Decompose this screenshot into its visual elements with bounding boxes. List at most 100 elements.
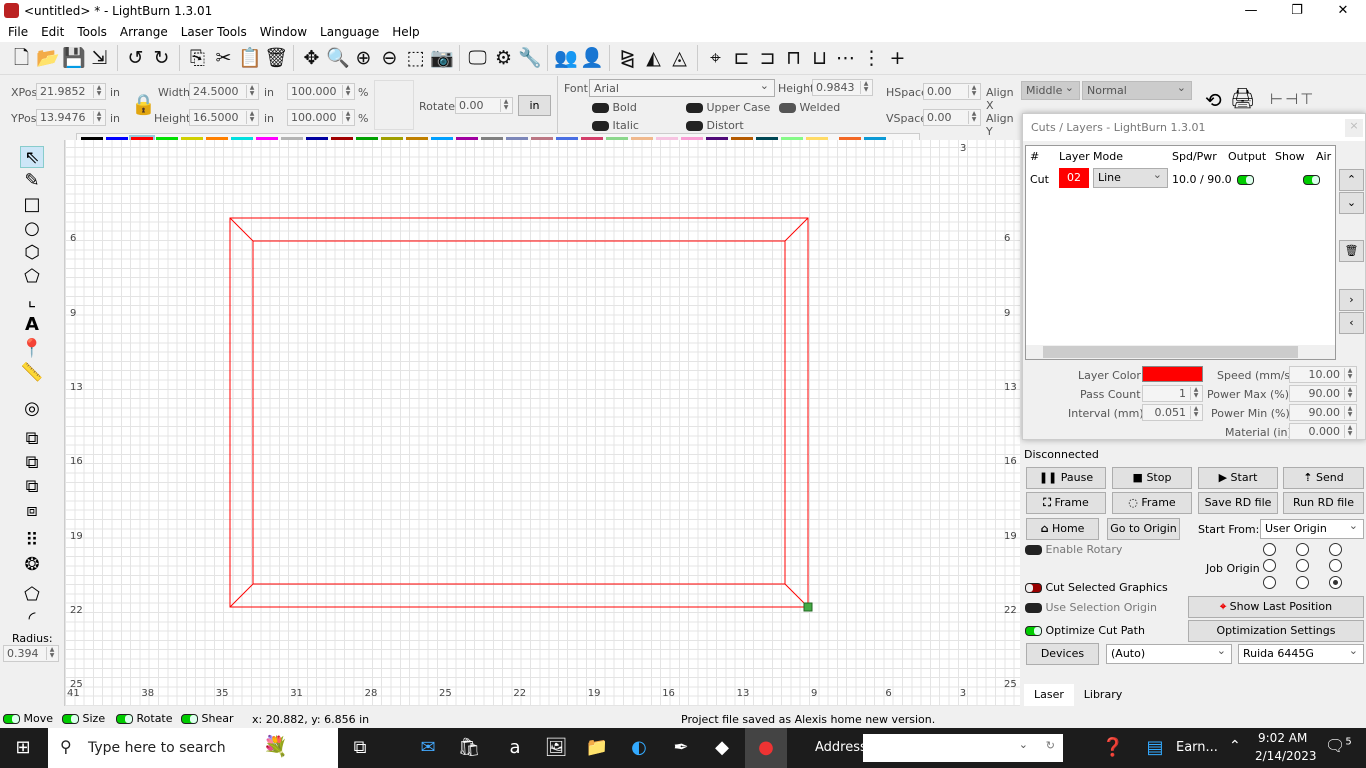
corner-icon[interactable]: ⬠: [20, 584, 44, 606]
move-toggle[interactable]: Move: [3, 712, 53, 725]
move-layer-up-button[interactable]: ⌃: [1339, 169, 1364, 191]
copy-icon[interactable]: ⎘: [186, 46, 209, 70]
zoom-out-icon[interactable]: ⊖: [378, 46, 401, 70]
job-origin-radio[interactable]: [1329, 543, 1342, 556]
flip-horizontal-icon[interactable]: ⧎: [616, 46, 639, 70]
job-origin-radio[interactable]: [1263, 543, 1276, 556]
paste-icon[interactable]: 📋: [238, 46, 262, 70]
document-icon[interactable]: ▤: [1142, 736, 1168, 760]
circular-array-icon[interactable]: ❂: [20, 554, 44, 576]
center-icon[interactable]: +: [886, 46, 909, 70]
tab-laser[interactable]: Laser: [1024, 684, 1074, 706]
ellipse-tool-icon[interactable]: ○: [20, 218, 44, 240]
font-height-input[interactable]: 0.9843 ▲ ▼: [812, 79, 873, 96]
text-tool-icon[interactable]: A: [20, 314, 44, 336]
align-x-select[interactable]: Middle: [1021, 79, 1080, 100]
radius-input[interactable]: 0.394 ▲ ▼: [3, 645, 59, 662]
scrollbar-thumb[interactable]: [1043, 346, 1298, 358]
delete-layer-icon[interactable]: 🗑: [1339, 240, 1364, 262]
edit-nodes-icon[interactable]: ⬠: [20, 266, 44, 288]
mirror-icon[interactable]: ◭: [642, 46, 665, 70]
group-icon[interactable]: 👥: [554, 46, 578, 70]
enable-rotary-toggle[interactable]: Enable Rotary: [1025, 543, 1122, 556]
cuts-close-button[interactable]: ×: [1345, 119, 1363, 137]
hspace-input[interactable]: 0.00 ▲ ▼: [923, 83, 981, 100]
optimize-cut-path-toggle[interactable]: Optimize Cut Path: [1025, 624, 1145, 637]
align-top-icon[interactable]: ⊓: [782, 46, 805, 70]
save-rd-button[interactable]: Save RD file: [1198, 492, 1278, 514]
mail-icon[interactable]: ✉: [415, 736, 441, 760]
job-origin-radio[interactable]: [1296, 559, 1309, 572]
job-origin-radio-selected[interactable]: [1329, 576, 1342, 589]
layer-show-toggle[interactable]: [1302, 175, 1320, 185]
menu-arrange[interactable]: Arrange: [120, 22, 177, 42]
start-button[interactable]: ▶ Start: [1198, 467, 1278, 489]
zoom-selection-icon[interactable]: ⬚: [404, 46, 427, 70]
go-to-origin-button[interactable]: Go to Origin: [1107, 518, 1180, 540]
boolean-subtract-icon[interactable]: ⧉: [20, 452, 44, 474]
camera-icon[interactable]: 📷: [430, 46, 454, 70]
distort-toggle[interactable]: Distort: [686, 119, 744, 132]
notifications-icon[interactable]: 🗨5: [1325, 736, 1352, 755]
ungroup-icon[interactable]: 👤: [580, 46, 604, 70]
width-input[interactable]: 24.5000 ▲ ▼: [189, 83, 259, 100]
menu-tools[interactable]: Tools: [77, 22, 116, 42]
expand-right-button[interactable]: ›: [1339, 289, 1364, 311]
job-origin-radio[interactable]: [1263, 559, 1276, 572]
align-bottom-icon[interactable]: ⊔: [808, 46, 831, 70]
zoom-in-icon[interactable]: ⊕: [352, 46, 375, 70]
clock-time[interactable]: 9:02 AM: [1258, 731, 1307, 745]
move-layer-down-button[interactable]: ⌄: [1339, 192, 1364, 214]
tab-library[interactable]: Library: [1078, 684, 1128, 706]
anchor-grid[interactable]: [374, 80, 414, 130]
design-canvas[interactable]: 6 6 9 9 13 13 16 16 19 19 22 22 25 25 41 38 35 31 28 25 22 19…: [65, 140, 1020, 706]
layer-output-toggle[interactable]: [1237, 175, 1254, 185]
distribute-h-icon[interactable]: ⋯: [834, 46, 857, 70]
ypos-input[interactable]: 13.9476 ▲ ▼: [36, 109, 106, 126]
chevron-up-icon[interactable]: ⌃: [1229, 738, 1241, 754]
file-explorer-icon[interactable]: 📁: [584, 736, 610, 760]
minimize-button[interactable]: —: [1228, 0, 1274, 22]
fillet-icon[interactable]: ◜: [20, 608, 44, 630]
material-input[interactable]: 0.000 ▲ ▼: [1289, 423, 1357, 440]
column-header[interactable]: Show: [1275, 150, 1305, 163]
restore-button[interactable]: ❐: [1274, 0, 1320, 22]
help-icon[interactable]: ❓: [1100, 736, 1126, 760]
menu-language[interactable]: Language: [320, 22, 388, 42]
frame-rect-button[interactable]: ⛶ Frame: [1026, 492, 1106, 514]
welded-toggle[interactable]: Welded: [779, 101, 840, 114]
text-mode-select[interactable]: Normal: [1082, 79, 1192, 100]
bold-toggle[interactable]: Bold: [592, 101, 637, 114]
devices-button[interactable]: Devices: [1026, 643, 1099, 665]
layer-color-swatch[interactable]: [1142, 366, 1203, 382]
polygon-tool-icon[interactable]: ⬡: [20, 242, 44, 264]
position-laser-icon[interactable]: ⌞: [20, 290, 44, 312]
font-select[interactable]: Arial: [589, 77, 775, 97]
pen-app-icon[interactable]: ✒: [668, 736, 694, 760]
column-header[interactable]: Spd/Pwr: [1172, 150, 1217, 163]
print-cut-icon[interactable]: 🖨: [1230, 86, 1255, 110]
lock-icon[interactable]: 🔒: [131, 92, 156, 116]
job-origin-radio[interactable]: [1329, 559, 1342, 572]
boolean-union-icon[interactable]: ⧉: [20, 428, 44, 450]
outer-rectangle[interactable]: [229, 217, 809, 608]
job-origin-radio[interactable]: [1296, 576, 1309, 589]
photos-icon[interactable]: 🖼: [543, 736, 569, 760]
task-view-icon[interactable]: ⧉: [347, 736, 373, 760]
align-tools-icon[interactable]: ⊢⊣⊤: [1270, 90, 1315, 108]
new-file-icon[interactable]: 🗋: [10, 46, 33, 70]
cut-selected-toggle[interactable]: Cut Selected Graphics: [1025, 581, 1168, 594]
frame-circle-button[interactable]: ◌ Frame: [1112, 492, 1192, 514]
boolean-intersect-icon[interactable]: ⧉: [20, 476, 44, 498]
edge-icon[interactable]: ◐: [626, 736, 652, 760]
device-select[interactable]: Ruida 6445G: [1238, 642, 1364, 664]
column-header[interactable]: Layer: [1059, 150, 1090, 163]
menu-laser-tools[interactable]: Laser Tools: [181, 22, 256, 42]
menu-edit[interactable]: Edit: [41, 22, 73, 42]
scale-height-input[interactable]: 100.000 ▲ ▼: [287, 109, 355, 126]
select-tool-icon[interactable]: ⇖: [20, 146, 44, 168]
offset-icon[interactable]: ◎: [20, 398, 44, 420]
unit-toggle-button[interactable]: in: [518, 95, 551, 116]
layer-mode-select[interactable]: Line: [1093, 166, 1168, 188]
vspace-input[interactable]: 0.00 ▲ ▼: [923, 109, 981, 126]
